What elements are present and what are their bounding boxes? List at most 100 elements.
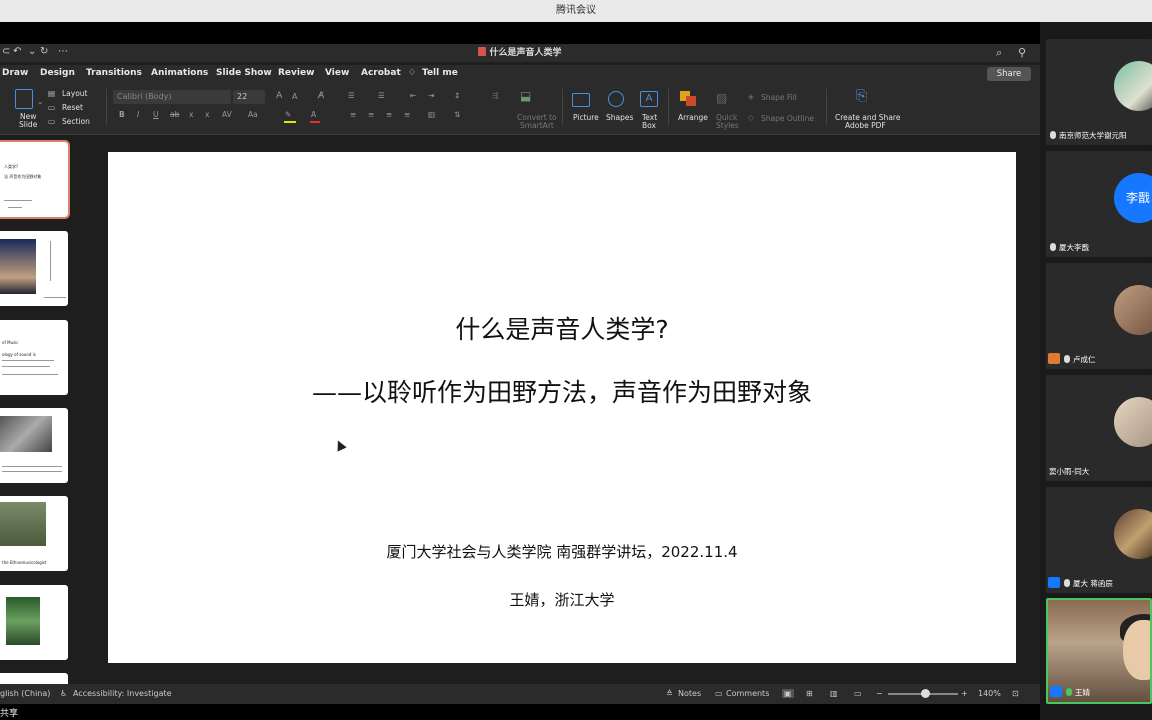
- underline-icon[interactable]: U: [153, 110, 159, 119]
- reading-view-icon[interactable]: ▥: [830, 689, 838, 698]
- avatar: [1114, 509, 1152, 559]
- participant-tile[interactable]: 卢成仁: [1046, 263, 1152, 369]
- zoom-slider-handle[interactable]: [921, 689, 930, 698]
- tab-animations[interactable]: Animations: [151, 68, 208, 78]
- status-bar: glish (China) ♿ Accessibility: Investiga…: [0, 684, 1040, 704]
- align-right-icon[interactable]: ≡: [386, 110, 392, 119]
- slide-thumbnail-6[interactable]: [0, 585, 68, 660]
- slide-thumbnail-4[interactable]: [0, 408, 68, 483]
- subscript-icon[interactable]: x: [189, 110, 193, 119]
- strikethrough-icon[interactable]: ab: [170, 110, 179, 119]
- tab-design[interactable]: Design: [40, 68, 75, 78]
- reset-button[interactable]: Reset: [62, 103, 83, 112]
- font-color-bar: [310, 121, 320, 123]
- decrease-font-icon[interactable]: A: [292, 92, 297, 101]
- slide-show-icon[interactable]: ▭: [854, 689, 862, 698]
- superscript-icon[interactable]: x: [205, 110, 209, 119]
- quick-styles-icon[interactable]: ▨: [716, 91, 727, 105]
- shape-outline-button[interactable]: Shape Outline: [761, 114, 814, 123]
- share-button[interactable]: Share: [987, 67, 1031, 81]
- share-label[interactable]: 共享: [0, 706, 18, 719]
- slide-thumbnail-2[interactable]: [0, 231, 68, 306]
- change-case-icon[interactable]: Aa: [248, 110, 258, 119]
- italic-icon[interactable]: I: [137, 110, 139, 119]
- new-slide-icon[interactable]: [15, 89, 33, 109]
- section-button[interactable]: Section: [62, 117, 90, 126]
- text-box-label-2[interactable]: Box: [642, 121, 656, 130]
- increase-indent-icon[interactable]: ⇥: [428, 91, 434, 100]
- slide-thumbnail-1[interactable]: 人类学? 法 声音作为田野对象: [0, 140, 70, 219]
- clear-format-icon[interactable]: A̸: [318, 91, 324, 101]
- numbering-icon[interactable]: ☰: [378, 91, 385, 100]
- new-slide-label-2[interactable]: Slide: [19, 120, 37, 129]
- slide-thumbnail-3[interactable]: of Music ology of sound is: [0, 320, 68, 395]
- tab-review[interactable]: Review: [278, 68, 314, 78]
- slide-event-info[interactable]: 厦门大学社会与人类学院 南强群学讲坛，2022.11.4: [108, 541, 1016, 562]
- smartart-icon[interactable]: ⬓: [520, 89, 531, 103]
- picture-icon[interactable]: [572, 93, 590, 107]
- tell-me-search[interactable]: Tell me: [422, 68, 458, 78]
- zoom-out-icon[interactable]: −: [876, 689, 883, 698]
- shapes-button[interactable]: Shapes: [606, 113, 633, 122]
- text-direction-icon[interactable]: ⇅: [454, 110, 460, 119]
- slide-subtitle[interactable]: ——以聆听作为田野方法，声音作为田野对象: [108, 373, 1016, 409]
- zoom-in-icon[interactable]: +: [961, 689, 968, 698]
- character-spacing-icon[interactable]: AV: [222, 110, 232, 119]
- layout-button[interactable]: Layout: [62, 89, 88, 98]
- participant-tile[interactable]: 厦大 蒋函辰: [1046, 487, 1152, 593]
- fit-to-window-icon[interactable]: ⊡: [1012, 689, 1019, 698]
- arrange-button[interactable]: Arrange: [678, 113, 708, 122]
- zoom-level[interactable]: 140%: [978, 689, 1001, 698]
- decrease-indent-icon[interactable]: ⇤: [410, 91, 416, 100]
- slide-title[interactable]: 什么是声音人类学?: [108, 310, 1016, 346]
- font-size-select[interactable]: 22: [233, 90, 265, 104]
- reset-icon: ▭: [48, 103, 56, 112]
- quick-styles-label-2[interactable]: Styles: [716, 121, 739, 130]
- font-color-icon[interactable]: A: [311, 110, 316, 119]
- participant-tile[interactable]: 南京师范大学谢元阳: [1046, 39, 1152, 145]
- language-status[interactable]: glish (China): [0, 689, 50, 698]
- tab-transitions[interactable]: Transitions: [86, 68, 142, 78]
- shape-fill-button[interactable]: Shape Fill: [761, 93, 797, 102]
- highlight-icon[interactable]: ✎: [285, 110, 291, 119]
- align-left-icon[interactable]: ≡: [350, 110, 356, 119]
- participant-tile[interactable]: 李戬 厦大李戬: [1046, 151, 1152, 257]
- search-icon[interactable]: ⌕: [996, 46, 1002, 60]
- slide-canvas[interactable]: 什么是声音人类学? ——以聆听作为田野方法，声音作为田野对象 厦门大学社会与人类…: [108, 152, 1016, 663]
- participant-tile-active-speaker[interactable]: 王婧: [1046, 598, 1152, 704]
- shape-fill-icon[interactable]: ◈: [748, 92, 754, 101]
- tab-slide-show[interactable]: Slide Show: [216, 68, 272, 78]
- tab-acrobat[interactable]: Acrobat: [361, 68, 401, 78]
- ribbon-divider: [668, 89, 669, 125]
- adobe-pdf-icon[interactable]: ⎘: [856, 88, 867, 104]
- accessibility-status[interactable]: Accessibility: Investigate: [73, 689, 172, 698]
- slide-thumbnail-panel[interactable]: 人类学? 法 声音作为田野对象 of Music ology of sound …: [0, 135, 82, 687]
- align-text-icon[interactable]: ⇶: [492, 91, 498, 100]
- line-spacing-icon[interactable]: ↕: [454, 91, 460, 100]
- tab-view[interactable]: View: [325, 68, 349, 78]
- shapes-icon[interactable]: [608, 91, 624, 107]
- tab-draw[interactable]: Draw: [2, 68, 28, 78]
- notes-button[interactable]: Notes: [678, 689, 701, 698]
- bold-icon[interactable]: B: [119, 110, 125, 119]
- mouse-cursor-icon: [333, 438, 347, 452]
- align-center-icon[interactable]: ≡: [368, 110, 374, 119]
- bullets-icon[interactable]: ☰: [348, 91, 355, 100]
- convert-smartart-label-2[interactable]: SmartArt: [520, 121, 554, 130]
- increase-font-icon[interactable]: A: [276, 91, 282, 101]
- comments-button[interactable]: Comments: [726, 689, 769, 698]
- slide-author[interactable]: 王婧，浙江大学: [108, 589, 1016, 610]
- picture-button[interactable]: Picture: [573, 113, 599, 122]
- normal-view-icon[interactable]: ▣: [782, 689, 794, 698]
- slide-thumbnail-5[interactable]: the Ethnomusicologist: [0, 496, 68, 571]
- font-name-select[interactable]: Calibri (Body): [113, 90, 231, 104]
- shape-outline-icon[interactable]: ◇: [748, 113, 754, 122]
- participant-tile[interactable]: 窦小雨-同大: [1046, 375, 1152, 481]
- text-box-icon[interactable]: A: [640, 91, 658, 107]
- justify-icon[interactable]: ≡: [404, 110, 410, 119]
- create-pdf-label-2[interactable]: Adobe PDF: [845, 121, 886, 130]
- account-icon[interactable]: ⚲: [1018, 46, 1026, 59]
- slide-sorter-icon[interactable]: ⊞: [806, 689, 813, 698]
- columns-icon[interactable]: ▥: [428, 110, 435, 119]
- new-slide-dropdown-icon[interactable]: ⌄: [37, 97, 43, 106]
